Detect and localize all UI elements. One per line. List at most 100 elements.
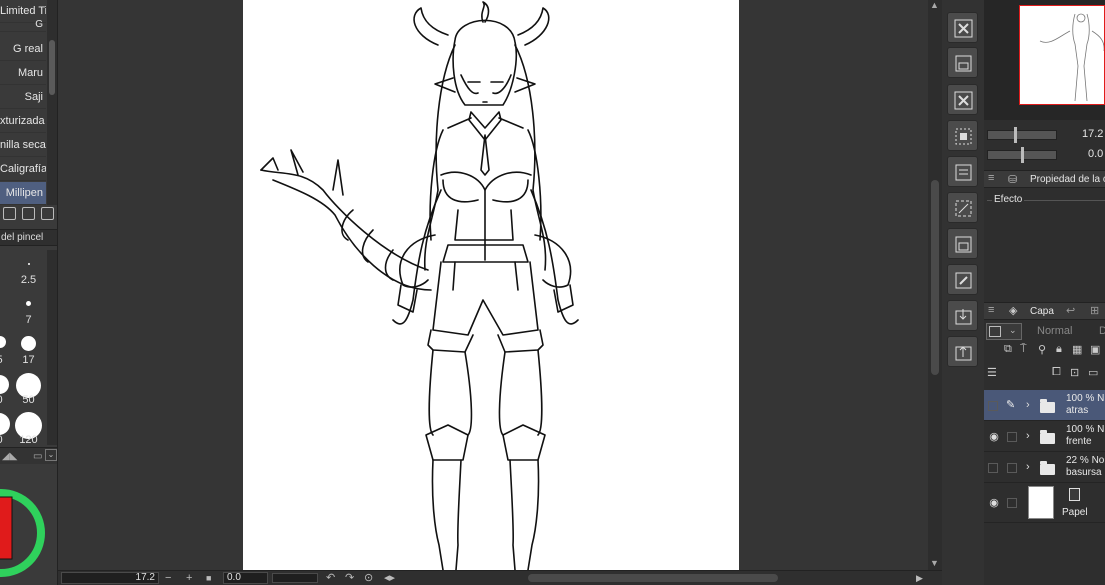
- drawing-canvas[interactable]: [243, 0, 739, 570]
- layer-row[interactable]: ✎ › 100 % Natras: [984, 390, 1105, 421]
- right-panel: 17.2 0.0 ≡ ⛁ Propiedad de la c Efecto ≡ …: [984, 0, 1105, 585]
- blend-mode-select[interactable]: Normal D: [1028, 323, 1105, 340]
- brush-item-g[interactable]: G: [0, 18, 46, 32]
- rotation-slider[interactable]: [272, 573, 318, 583]
- layer-lock-checkbox[interactable]: [1007, 462, 1017, 473]
- reference-layer-icon[interactable]: ⧉: [1004, 343, 1012, 356]
- rotation-field[interactable]: 0.0: [223, 572, 268, 584]
- edit-icon[interactable]: [947, 264, 978, 295]
- zoom-out-icon[interactable]: −: [165, 571, 171, 585]
- blend-color-select[interactable]: ⌄: [986, 323, 1022, 340]
- size-dot[interactable]: [0, 375, 9, 394]
- chevron-right-icon[interactable]: ›: [1026, 461, 1030, 473]
- size-label: 120: [19, 434, 38, 446]
- folder-icon: [1040, 398, 1055, 413]
- chevron-right-icon[interactable]: ›: [1026, 399, 1030, 411]
- command-bar: [942, 0, 984, 585]
- close-icon[interactable]: [947, 12, 978, 43]
- chevron-down-icon[interactable]: ⌄: [45, 449, 57, 461]
- menu-icon[interactable]: ≡: [988, 172, 994, 184]
- layer-lock-checkbox[interactable]: [1007, 431, 1017, 442]
- brush-item-maru[interactable]: Maru: [0, 62, 46, 85]
- brush-list-scrollbar[interactable]: [47, 0, 57, 205]
- layer-icon[interactable]: [947, 156, 978, 187]
- brush-item-g-real[interactable]: G real: [0, 38, 46, 61]
- chevron-up-icon[interactable]: ▲: [930, 0, 939, 10]
- size-dot[interactable]: [0, 336, 6, 348]
- size-label: 17: [22, 354, 35, 366]
- navigator-preview[interactable]: [1019, 5, 1105, 105]
- canvas-vertical-scrollbar[interactable]: ▲ ▼: [928, 0, 942, 570]
- chevron-down-icon[interactable]: ▼: [930, 558, 939, 568]
- color-wheel-tab-icon[interactable]: ◢◣: [2, 451, 17, 462]
- visibility-checkbox[interactable]: [988, 462, 998, 473]
- ruler-icon[interactable]: ⍑: [1020, 343, 1027, 356]
- chevron-right-icon[interactable]: ›: [1026, 430, 1030, 442]
- navigator-zoom-slider[interactable]: [987, 130, 1057, 140]
- scrollbar-thumb[interactable]: [931, 180, 939, 375]
- brush-item-saji[interactable]: Saji: [0, 86, 46, 109]
- layer-row[interactable]: ◉ › 100 % Nfrente: [984, 421, 1105, 452]
- tool-property-tab[interactable]: Propiedad de la c: [1030, 174, 1105, 185]
- new-raster-layer-icon[interactable]: ⧠: [1052, 366, 1061, 379]
- lock-transparency-icon[interactable]: ▦: [1072, 343, 1082, 356]
- layer-opacity-mode: 22 % No: [1066, 455, 1105, 466]
- layer-name: atras: [1066, 405, 1089, 416]
- blend-mode-suffix: D: [1099, 325, 1105, 337]
- brush-size-scrollbar[interactable]: [47, 250, 57, 445]
- copy-brush-icon[interactable]: [3, 207, 16, 220]
- size-label: 2.5: [20, 274, 37, 286]
- size-dot[interactable]: [28, 263, 30, 265]
- size-dot[interactable]: [0, 413, 10, 435]
- undo-history-tab-icon[interactable]: ↩: [1066, 304, 1075, 317]
- brush-item-tinta-seca[interactable]: nilla seca: [0, 134, 46, 157]
- character-lineart: [260, 1, 579, 570]
- add-brush-icon[interactable]: [22, 207, 35, 220]
- fit-view-icon[interactable]: ■: [206, 571, 211, 585]
- brush-item-millipen[interactable]: Millipen: [0, 182, 46, 205]
- color-wheel[interactable]: [0, 467, 47, 585]
- delete-brush-icon[interactable]: [41, 207, 54, 220]
- eye-icon[interactable]: ◉: [987, 430, 1001, 443]
- rotate-right-icon[interactable]: ↷: [345, 571, 354, 585]
- layer-property-tab-icon[interactable]: ⊞: [1090, 304, 1099, 317]
- zoom-field[interactable]: 17.2: [61, 572, 159, 584]
- clip-icon[interactable]: ⚲: [1038, 343, 1046, 356]
- pencil-icon[interactable]: ✎: [1006, 399, 1017, 411]
- reset-rotation-icon[interactable]: ⊙: [364, 571, 373, 585]
- brush-item-texturizada[interactable]: xturizada: [0, 110, 46, 133]
- new-vector-layer-icon[interactable]: ⊡: [1070, 366, 1079, 379]
- mask-icon[interactable]: ▣: [1090, 343, 1100, 356]
- rotate-slider-handle[interactable]: [1021, 147, 1024, 163]
- layer-row[interactable]: ◉ Papel: [984, 483, 1105, 523]
- zoom-slider-handle[interactable]: [1014, 127, 1017, 143]
- layer-lock-checkbox[interactable]: [1007, 498, 1017, 508]
- size-dot[interactable]: [21, 336, 36, 351]
- layer-list-icon[interactable]: ☰: [987, 366, 997, 379]
- layer-icon[interactable]: [947, 228, 978, 259]
- transparency-icon[interactable]: [947, 120, 978, 151]
- scrollbar-thumb[interactable]: [49, 40, 55, 95]
- layer-tab[interactable]: Capa: [1030, 306, 1054, 317]
- zoom-in-icon[interactable]: +: [186, 571, 192, 585]
- save-icon[interactable]: [947, 47, 978, 78]
- visibility-checkbox[interactable]: [988, 400, 998, 411]
- new-folder-icon[interactable]: ▭: [1088, 366, 1098, 379]
- color-tabs: ◢◣ ▭ ⌄: [0, 447, 57, 464]
- layer-row[interactable]: › 22 % No basursa: [984, 452, 1105, 483]
- export-icon[interactable]: [947, 336, 978, 367]
- size-dot[interactable]: [26, 301, 31, 306]
- chevron-right-icon[interactable]: ▶: [916, 571, 923, 585]
- close-icon[interactable]: [947, 84, 978, 115]
- brush-item-caligrafia[interactable]: Caligrafía: [0, 158, 46, 181]
- eye-icon[interactable]: ◉: [987, 496, 1001, 509]
- color-set-tab-icon[interactable]: ▭: [33, 451, 42, 462]
- menu-icon[interactable]: ≡: [988, 304, 994, 316]
- import-icon[interactable]: [947, 300, 978, 331]
- lock-icon[interactable]: 🔒︎: [1056, 343, 1062, 356]
- rotate-left-icon[interactable]: ↶: [326, 571, 335, 585]
- crop-icon[interactable]: [947, 192, 978, 223]
- flip-horizontal-icon[interactable]: ◂▸: [384, 571, 395, 585]
- horizontal-scrollbar[interactable]: [528, 574, 778, 582]
- left-panel: Limited Tim G G real Maru Saji xturizada…: [0, 0, 58, 585]
